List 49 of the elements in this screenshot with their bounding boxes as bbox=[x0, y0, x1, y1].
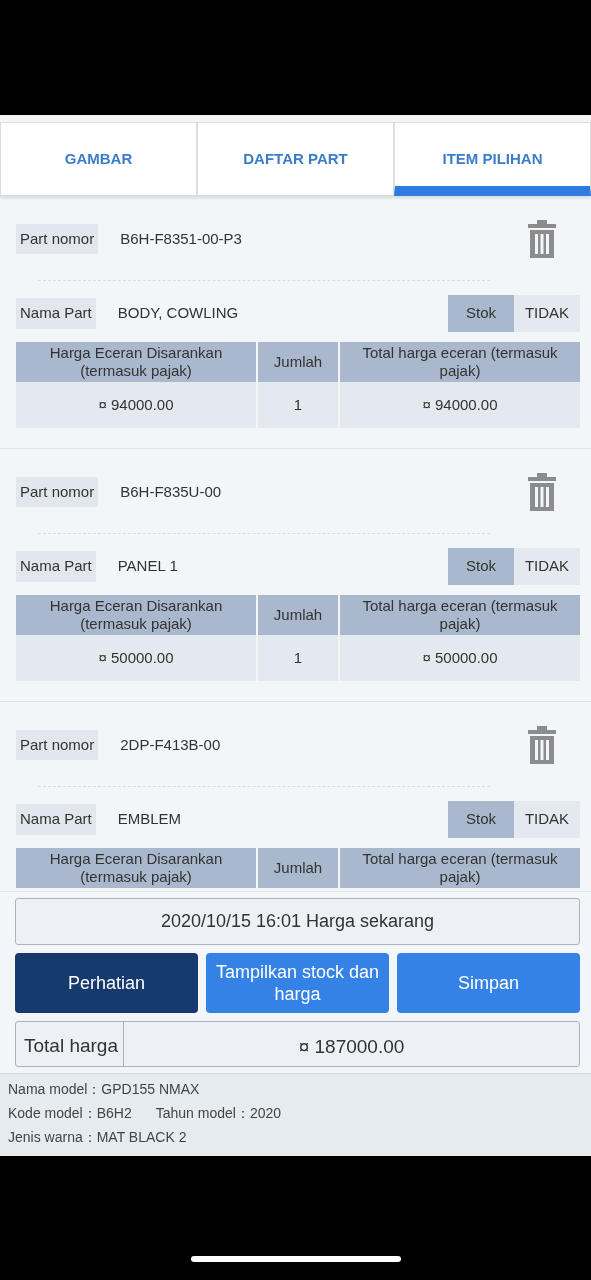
table-cell: 1 bbox=[258, 634, 338, 681]
tab[interactable]: GAMBAR bbox=[0, 122, 197, 196]
part-name-label: Nama Part bbox=[16, 551, 96, 582]
column-header: Total harga eceran (termasuk pajak) bbox=[340, 847, 580, 888]
action-button[interactable]: Perhatian bbox=[15, 953, 198, 1013]
trash-icon[interactable] bbox=[528, 726, 556, 764]
part-name: PANEL 1 bbox=[117, 556, 179, 576]
tab[interactable]: ITEM PILIHAN bbox=[394, 122, 591, 196]
column-header: Total harga eceran (termasuk pajak) bbox=[340, 594, 580, 635]
part-name: BODY, COWLING bbox=[117, 303, 240, 323]
column-header: Harga Eceran Disarankan (termasuk pajak) bbox=[16, 594, 256, 635]
model-info-text: Tahun model：2020 bbox=[155, 1104, 282, 1122]
current-price-button[interactable]: 2020/10/15 16:01 Harga sekarang bbox=[15, 898, 580, 945]
table-cell: ¤ 50000.00 bbox=[340, 634, 580, 681]
model-info-text: Kode model：B6H2 bbox=[8, 1104, 132, 1122]
column-header: Jumlah bbox=[258, 341, 338, 382]
model-info-text: Jenis warna：MAT BLACK 2 bbox=[8, 1128, 187, 1146]
part-number: 2DP-F413B-00 bbox=[120, 734, 222, 755]
column-header: Harga Eceran Disarankan (termasuk pajak) bbox=[16, 847, 256, 888]
tab[interactable]: DAFTAR PART bbox=[197, 122, 394, 196]
part-number: B6H-F835U-00 bbox=[120, 481, 223, 502]
model-info-text: Nama model：GPD155 NMAX bbox=[8, 1080, 200, 1098]
stock-toggle-option[interactable]: Stok bbox=[448, 548, 514, 585]
stock-toggle-option[interactable]: TIDAK bbox=[514, 295, 580, 332]
column-header: Total harga eceran (termasuk pajak) bbox=[340, 341, 580, 382]
column-header: Harga Eceran Disarankan (termasuk pajak) bbox=[16, 341, 256, 382]
part-number-label: Part nomor bbox=[16, 729, 99, 761]
table-cell: ¤ 94000.00 bbox=[16, 381, 256, 428]
stock-toggle-option[interactable]: Stok bbox=[448, 295, 514, 332]
part-name-label: Nama Part bbox=[16, 298, 96, 329]
part-number-label: Part nomor bbox=[16, 223, 99, 255]
column-header: Jumlah bbox=[258, 847, 338, 888]
part-name-label: Nama Part bbox=[16, 804, 96, 835]
action-button[interactable]: Tampilkan stock dan harga bbox=[206, 953, 389, 1013]
part-number: B6H-F8351-00-P3 bbox=[120, 228, 243, 249]
part-name: EMBLEM bbox=[117, 809, 183, 829]
part-number-label: Part nomor bbox=[16, 476, 99, 508]
stock-toggle-option[interactable]: TIDAK bbox=[514, 548, 580, 585]
trash-icon[interactable] bbox=[528, 220, 556, 258]
table-cell: ¤ 50000.00 bbox=[16, 634, 256, 681]
stock-toggle-option[interactable]: TIDAK bbox=[514, 801, 580, 838]
trash-icon[interactable] bbox=[528, 473, 556, 511]
table-cell: ¤ 94000.00 bbox=[340, 381, 580, 428]
total-value: ¤ 187000.00 bbox=[297, 1035, 406, 1059]
total-label: Total harga bbox=[16, 1022, 124, 1066]
stock-toggle-option[interactable]: Stok bbox=[448, 801, 514, 838]
action-button[interactable]: Simpan bbox=[397, 953, 580, 1013]
column-header: Jumlah bbox=[258, 594, 338, 635]
table-cell: 1 bbox=[258, 381, 338, 428]
